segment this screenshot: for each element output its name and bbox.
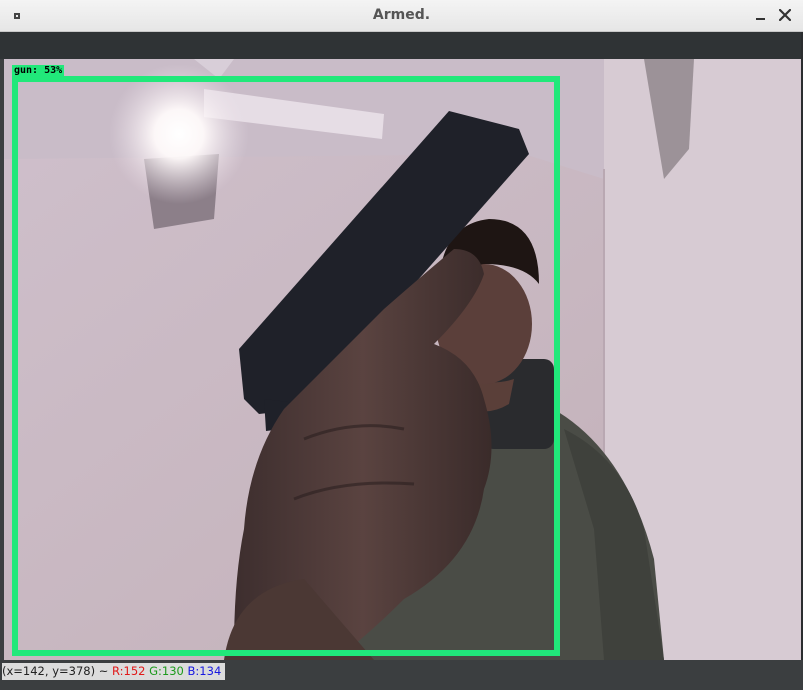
title-bar: Armed. (0, 0, 803, 32)
detection-bounding-box (12, 76, 560, 656)
red-value: R:152 (112, 664, 146, 678)
camera-frame: gun: 53% (4, 59, 801, 660)
close-button[interactable] (777, 7, 793, 23)
minimize-button[interactable] (753, 8, 767, 24)
minimize-icon (755, 18, 765, 20)
close-icon (779, 9, 791, 21)
window-title: Armed. (372, 7, 431, 23)
cursor-coordinates: (x=142, y=378) ~ (2, 664, 109, 678)
blue-value: B:134 (187, 664, 222, 678)
pixel-readout: (x=142, y=378) ~ R:152 G:130 B:134 (2, 663, 226, 680)
toolbar-strip (0, 32, 803, 59)
status-bar: (x=142, y=378) ~ R:152 G:130 B:134 (0, 660, 803, 690)
green-value: G:130 (149, 664, 184, 678)
